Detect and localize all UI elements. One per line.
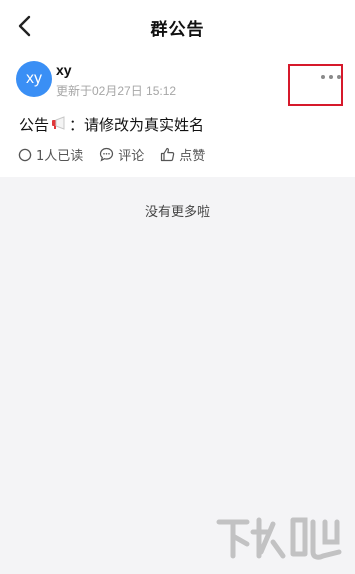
author-name: xy [56,62,72,78]
content-prefix: 公告 [19,116,50,134]
announcement-content: 公告 ：请修改为真实姓名 [19,114,204,135]
page-title: 群公告 [150,20,205,40]
read-count-label: 1人已读 [36,149,84,164]
like-button[interactable]: 点赞 [160,145,205,164]
more-button-highlight [288,64,343,106]
avatar[interactable]: xy [16,61,52,97]
comment-button[interactable]: 评论 [99,145,144,164]
updated-timestamp: 更新于02月27日 15:12 [56,84,177,98]
no-more-text: 没有更多啦 [144,205,210,220]
comment-icon [100,147,114,162]
megaphone-icon [51,115,67,135]
action-row: 1人已读 评论 点赞 [18,145,221,164]
like-label: 点赞 [179,149,206,164]
comment-label: 评论 [118,149,145,164]
read-count[interactable]: 1人已读 [18,145,83,164]
thumbs-up-icon [161,147,175,162]
top-bar: 群公告 [0,0,355,52]
content-text: ：请修改为真实姓名 [69,116,205,134]
watermark-logo [213,512,343,564]
circle-icon [18,148,32,161]
